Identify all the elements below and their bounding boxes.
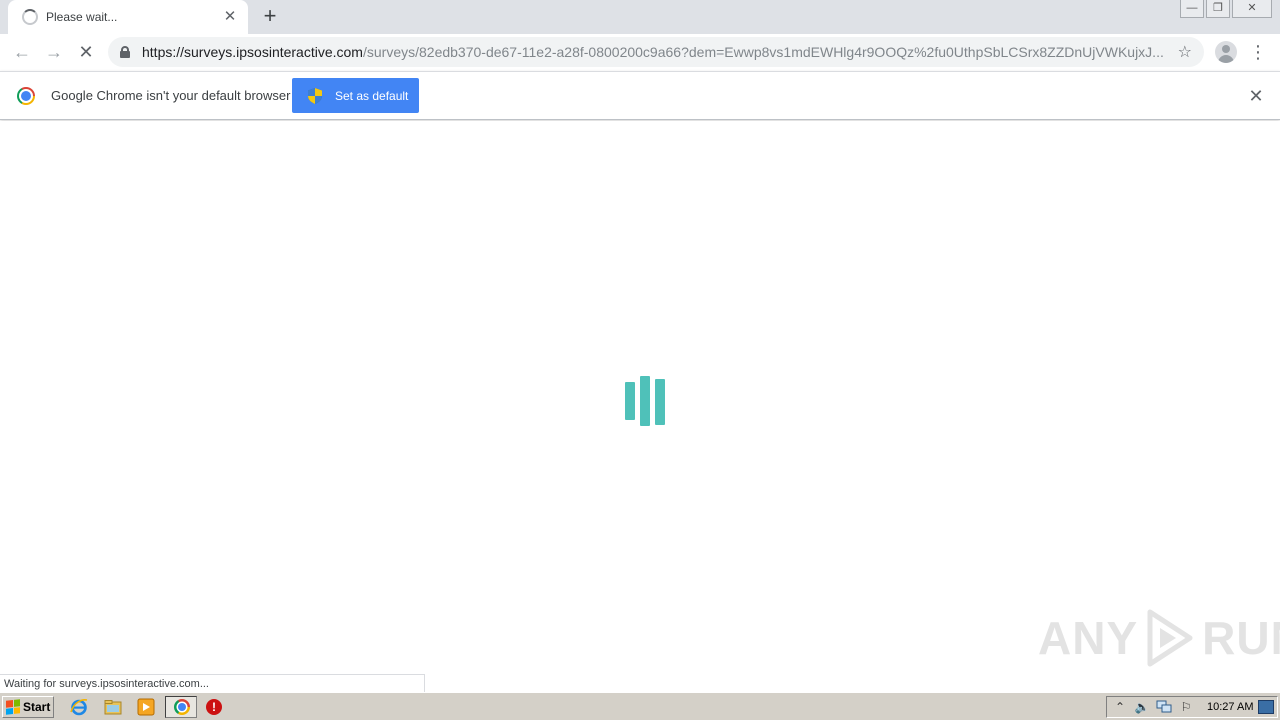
chrome-logo-icon (17, 87, 35, 105)
anyrun-watermark: ANY RUN (1038, 606, 1280, 670)
infobar-close-icon[interactable]: ✕ (1247, 87, 1265, 105)
tab-active[interactable]: Please wait... ✕ (8, 0, 248, 34)
loading-indicator (625, 376, 667, 428)
loader-bar (640, 376, 650, 426)
windows-logo-icon (6, 699, 20, 715)
page-content: ANY RUN Waiting for surveys.ipsosinterac… (0, 121, 1280, 693)
browser-toolbar: ← → ✕ https://surveys.ipsosinteractive.c… (0, 34, 1280, 71)
media-player-icon[interactable] (137, 698, 155, 716)
system-tray: ⌃ 🔈 ⚐ 10:27 AM (1106, 696, 1278, 718)
loader-bar (655, 379, 665, 425)
windows-taskbar: Start ! ⌃ 🔈 ⚐ 10:27 AM (0, 692, 1280, 720)
start-button[interactable]: Start (2, 696, 54, 718)
set-as-default-button[interactable]: Set as default (292, 78, 419, 113)
status-bubble: Waiting for surveys.ipsosinteractive.com… (0, 674, 425, 693)
tray-expand-icon[interactable]: ⌃ (1111, 699, 1129, 715)
url-host: https://surveys.ipsosinteractive.com (142, 44, 363, 60)
taskbar-clock[interactable]: 10:27 AM (1207, 701, 1253, 713)
start-label: Start (23, 700, 51, 714)
bookmark-star-icon[interactable]: ☆ (1178, 42, 1192, 62)
window-controls: — ❐ ✕ (1180, 0, 1272, 18)
watermark-left-text: ANY (1038, 612, 1139, 664)
watermark-play-icon (1147, 609, 1193, 667)
default-browser-infobar: Google Chrome isn't your default browser… (0, 71, 1280, 120)
forward-button[interactable]: → (38, 37, 70, 69)
show-desktop-icon[interactable] (1258, 700, 1274, 714)
lock-icon[interactable] (120, 46, 130, 58)
uac-shield-icon (308, 87, 322, 104)
set-as-default-label: Set as default (335, 88, 409, 103)
tab-title: Please wait... (46, 10, 118, 24)
tab-close-icon[interactable]: ✕ (222, 9, 238, 25)
window-close-button[interactable]: ✕ (1232, 0, 1272, 18)
stop-loading-button[interactable]: ✕ (70, 37, 102, 69)
back-button[interactable]: ← (6, 37, 38, 69)
url-text[interactable]: https://surveys.ipsosinteractive.com/sur… (142, 44, 1170, 60)
watermark-right-text: RUN (1202, 612, 1280, 664)
internet-explorer-icon[interactable] (70, 698, 88, 716)
url-path: /surveys/82edb370-de67-11e2-a28f-0800200… (362, 44, 1164, 60)
address-bar[interactable]: https://surveys.ipsosinteractive.com/sur… (108, 37, 1204, 67)
restore-button[interactable]: ❐ (1206, 0, 1230, 18)
stop-sign-icon[interactable]: ! (206, 699, 222, 715)
file-explorer-icon[interactable] (104, 698, 122, 716)
loading-spinner-icon (22, 9, 38, 25)
network-icon[interactable] (1155, 699, 1173, 715)
volume-icon[interactable]: 🔈 (1133, 699, 1151, 715)
new-tab-button[interactable]: + (258, 5, 282, 29)
action-center-flag-icon[interactable]: ⚐ (1177, 699, 1195, 715)
chrome-menu-icon[interactable]: ⋮ (1248, 42, 1268, 64)
profile-avatar-icon[interactable] (1215, 41, 1237, 63)
loader-bar (625, 382, 635, 420)
taskbar-chrome-button[interactable] (165, 696, 197, 718)
chrome-logo-icon (174, 699, 190, 715)
minimize-button[interactable]: — (1180, 0, 1204, 18)
infobar-message: Google Chrome isn't your default browser (51, 88, 291, 103)
tab-strip: Please wait... ✕ + — ❐ ✕ (0, 0, 1280, 34)
